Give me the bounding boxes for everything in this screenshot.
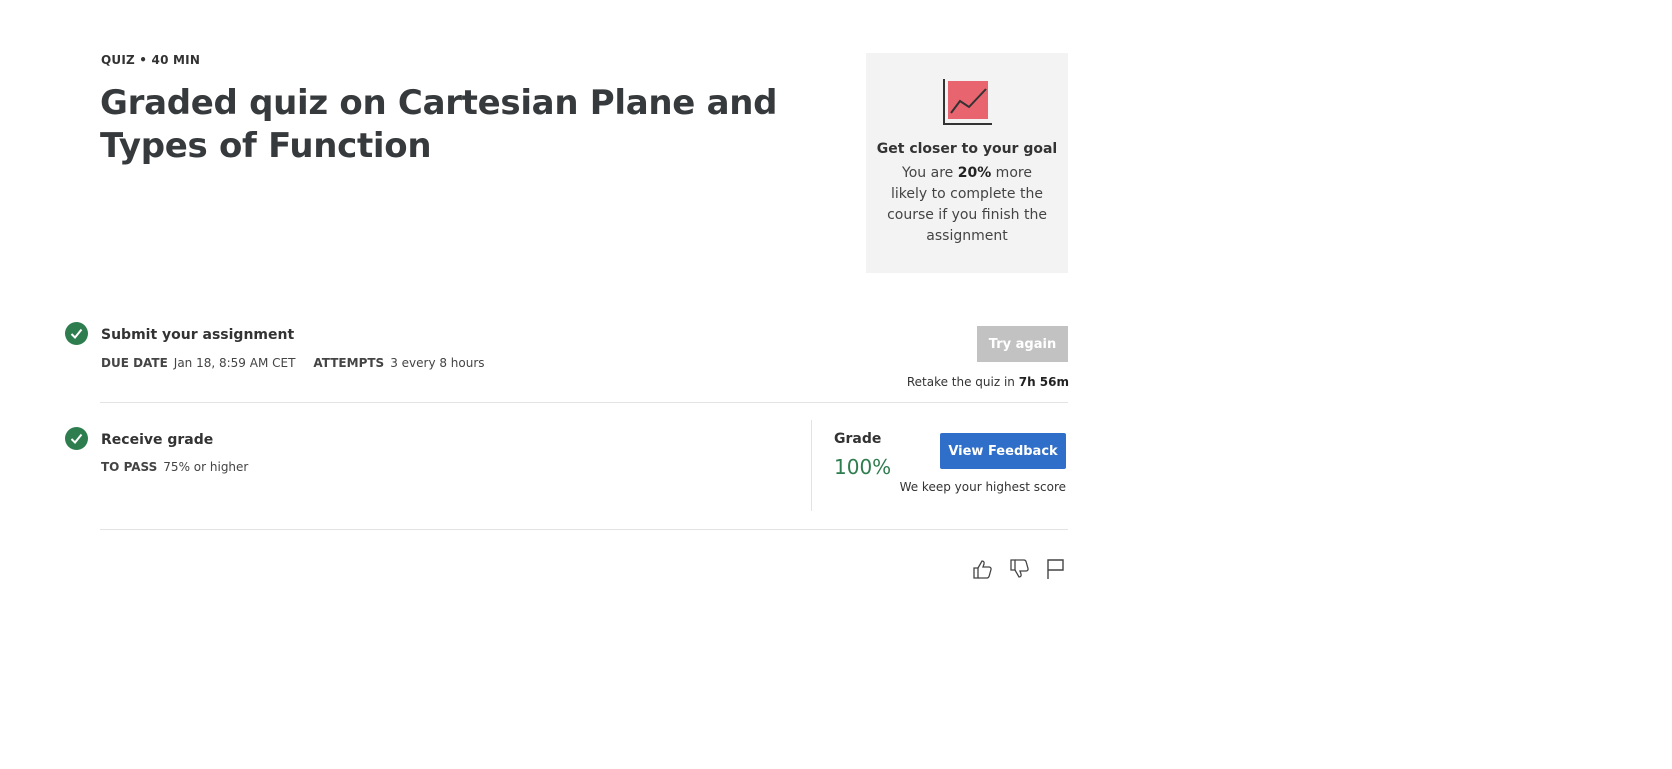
try-again-button[interactable]: Try again (977, 326, 1068, 362)
retake-time: 7h 56m (1018, 375, 1069, 389)
view-feedback-button[interactable]: View Feedback (940, 433, 1066, 469)
grade-value: 100% (834, 455, 892, 479)
highest-score-note: We keep your highest score (899, 480, 1066, 494)
attempts-label: ATTEMPTS (313, 356, 385, 370)
thumbs-down-icon[interactable] (1009, 558, 1031, 580)
quiz-meta-label: QUIZ • 40 MIN (101, 53, 201, 67)
due-date-value: Jan 18, 8:59 AM CET (173, 356, 296, 370)
to-pass-label: TO PASS (101, 460, 158, 474)
due-date-label: DUE DATE (101, 356, 168, 370)
flag-icon[interactable] (1045, 558, 1067, 580)
divider (100, 529, 1068, 530)
submit-check-icon (65, 322, 88, 345)
goal-card: Get closer to your goal You are 20% more… (866, 53, 1068, 273)
attempts-value: 3 every 8 hours (390, 356, 485, 370)
trend-chart-icon (943, 79, 992, 125)
grade-separator (811, 420, 812, 511)
grade-step-title: Receive grade (101, 432, 214, 448)
grade-step-details: TO PASS 75% or higher (101, 460, 266, 474)
submit-step-title: Submit your assignment (101, 327, 295, 343)
goal-description: You are 20% more likely to complete the … (887, 165, 1047, 244)
thumbs-up-icon[interactable] (972, 558, 994, 580)
goal-title: Get closer to your goal (876, 141, 1058, 157)
submit-step-details: DUE DATE Jan 18, 8:59 AM CET ATTEMPTS 3 eve… (101, 356, 503, 370)
to-pass-value: 75% or higher (163, 460, 249, 474)
goal-percent: 20% (957, 165, 992, 181)
grade-check-icon (65, 427, 88, 450)
grade-label: Grade (834, 431, 882, 447)
retake-note: Retake the quiz in 7h 56m (906, 375, 1069, 389)
page-title: Graded quiz on Cartesian Plane and Types… (100, 83, 778, 166)
divider (100, 402, 1068, 403)
